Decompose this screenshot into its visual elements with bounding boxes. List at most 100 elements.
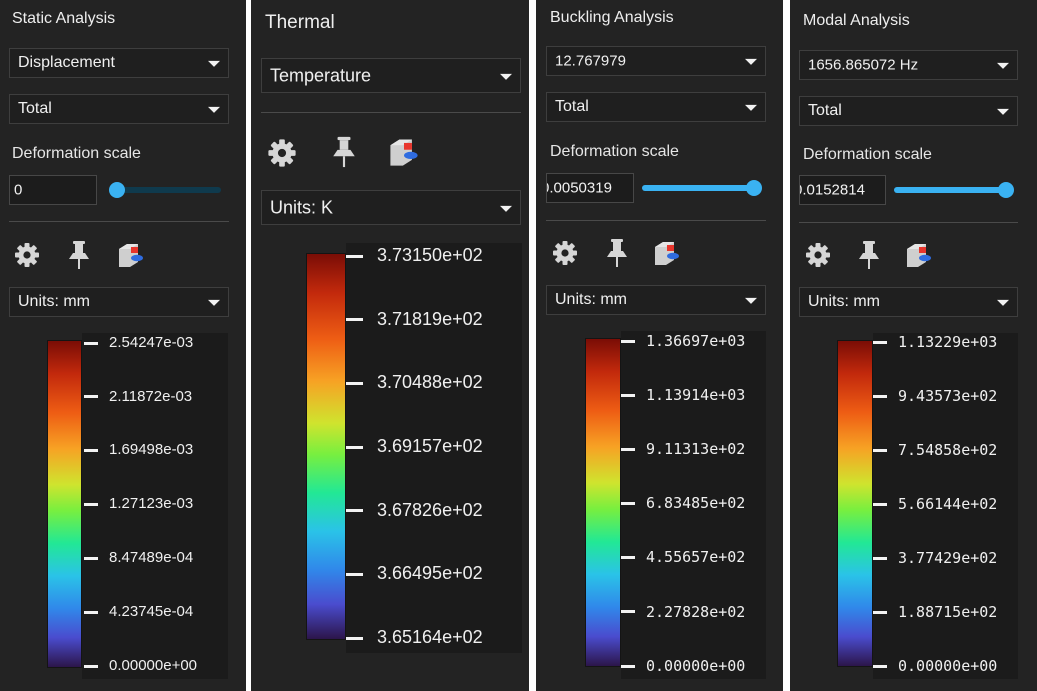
clip-plane-icon[interactable] <box>387 136 421 168</box>
scale-tick <box>346 381 363 385</box>
clip-plane-icon[interactable] <box>904 241 934 269</box>
scale-label: 2.11872e-03 <box>109 387 193 405</box>
component-dropdown[interactable]: Total <box>9 94 229 124</box>
scale-tick <box>84 503 98 506</box>
scale-tick <box>873 448 887 452</box>
scale-label: 0.00000e+00 <box>109 656 198 674</box>
deformation-scale-input[interactable]: 0 <box>9 175 97 205</box>
scale-label: 3.69157e+02 <box>377 435 483 456</box>
scale-tick <box>621 664 635 668</box>
dropdown-value: 12.767979 <box>555 52 626 70</box>
chevron-down-icon <box>500 205 512 212</box>
buckling-mode-dropdown[interactable]: 12.767979 <box>546 46 766 76</box>
gear-icon[interactable] <box>265 136 299 170</box>
scale-label: 5.66144e+02 <box>898 494 998 513</box>
deformation-scale-slider[interactable] <box>642 178 762 198</box>
chevron-down-icon <box>745 58 757 65</box>
units-dropdown[interactable]: Units: mm <box>799 287 1018 317</box>
scale-tick <box>873 556 887 560</box>
component-dropdown[interactable]: Total <box>799 96 1018 126</box>
deformation-scale-slider[interactable] <box>109 180 221 200</box>
dropdown-value: Units: mm <box>808 293 880 310</box>
result-type-dropdown[interactable]: Temperature <box>261 58 521 93</box>
scale-label: 1.36697e+03 <box>646 331 746 350</box>
chevron-down-icon <box>745 297 757 304</box>
clip-plane-icon[interactable] <box>652 239 682 267</box>
scale-tick <box>84 449 98 453</box>
slider-fill <box>894 187 1006 193</box>
color-scale-bar <box>306 253 346 640</box>
panel-buckling-analysis: Buckling Analysis 12.767979 Total Deform… <box>536 0 783 691</box>
dropdown-value: Total <box>18 100 52 117</box>
gear-icon[interactable] <box>550 238 580 268</box>
pin-icon[interactable] <box>604 238 630 268</box>
chevron-down-icon <box>997 108 1009 115</box>
deformation-scale-input[interactable]: 0.0152814 <box>799 175 886 205</box>
chevron-down-icon <box>997 62 1009 69</box>
scale-label: 0.00000e+00 <box>898 656 998 675</box>
gear-icon[interactable] <box>12 240 42 270</box>
chevron-down-icon <box>208 106 220 113</box>
scale-label: 1.13914e+03 <box>646 385 746 404</box>
scale-tick <box>873 394 887 398</box>
scale-tick <box>873 664 887 668</box>
panel-modal-analysis: Modal Analysis 1656.865072 Hz Total Defo… <box>790 0 1037 691</box>
panel-title: Modal Analysis <box>803 12 910 29</box>
scale-label: 1.13229e+03 <box>898 332 998 351</box>
chevron-down-icon <box>500 73 512 80</box>
separator <box>799 222 1018 223</box>
scale-tick <box>84 395 98 399</box>
dropdown-value: Temperature <box>270 65 372 85</box>
separator <box>261 112 521 113</box>
scale-label: 3.66495e+02 <box>377 563 483 584</box>
chevron-down-icon <box>208 299 220 306</box>
scale-label: 1.27123e-03 <box>109 495 194 513</box>
scale-tick <box>873 502 887 506</box>
dropdown-value: Units: K <box>270 197 334 217</box>
separator <box>546 220 766 221</box>
panel-title: Buckling Analysis <box>550 9 674 26</box>
input-value: 0.0050319 <box>546 179 612 197</box>
chevron-down-icon <box>208 60 220 67</box>
slider-thumb[interactable] <box>109 182 125 198</box>
slider-track <box>109 187 221 193</box>
scale-tick <box>346 509 363 513</box>
color-scale-bar <box>47 340 82 668</box>
scale-tick <box>873 340 887 344</box>
deformation-scale-label: Deformation scale <box>12 145 141 162</box>
result-type-dropdown[interactable]: Displacement <box>9 48 229 78</box>
scale-label: 1.69498e-03 <box>109 441 194 459</box>
deformation-scale-slider[interactable] <box>894 180 1014 200</box>
pin-icon[interactable] <box>330 135 358 169</box>
deformation-scale-input[interactable]: 0.0050319 <box>546 173 634 203</box>
units-dropdown[interactable]: Units: mm <box>9 287 229 317</box>
scale-label: 8.47489e-04 <box>109 549 194 567</box>
scale-label: 3.67826e+02 <box>377 499 483 520</box>
panel-title: Thermal <box>265 12 335 33</box>
scale-tick <box>621 447 635 451</box>
input-value: 0 <box>14 181 23 199</box>
scale-tick <box>346 445 363 449</box>
input-value: 0.0152814 <box>799 181 865 199</box>
gear-icon[interactable] <box>803 240 833 270</box>
component-dropdown[interactable]: Total <box>546 92 766 122</box>
dropdown-value: Units: mm <box>555 291 627 308</box>
units-dropdown[interactable]: Units: mm <box>546 285 766 315</box>
panel-title: Static Analysis <box>12 10 116 27</box>
scale-tick <box>84 556 98 560</box>
slider-thumb[interactable] <box>998 182 1014 198</box>
color-scale-bar <box>585 338 621 667</box>
scale-tick <box>621 502 635 505</box>
scale-label: 3.73150e+02 <box>377 244 483 265</box>
units-dropdown[interactable]: Units: K <box>261 190 521 225</box>
separator <box>9 221 229 222</box>
mode-frequency-dropdown[interactable]: 1656.865072 Hz <box>799 50 1018 80</box>
slider-thumb[interactable] <box>746 180 762 196</box>
scale-label: 3.77429e+02 <box>898 548 998 567</box>
scale-tick <box>621 393 635 397</box>
scale-label: 2.27828e+02 <box>646 602 746 621</box>
pin-icon[interactable] <box>66 240 92 270</box>
scale-tick <box>346 572 363 576</box>
pin-icon[interactable] <box>856 240 882 270</box>
clip-plane-icon[interactable] <box>116 241 146 269</box>
